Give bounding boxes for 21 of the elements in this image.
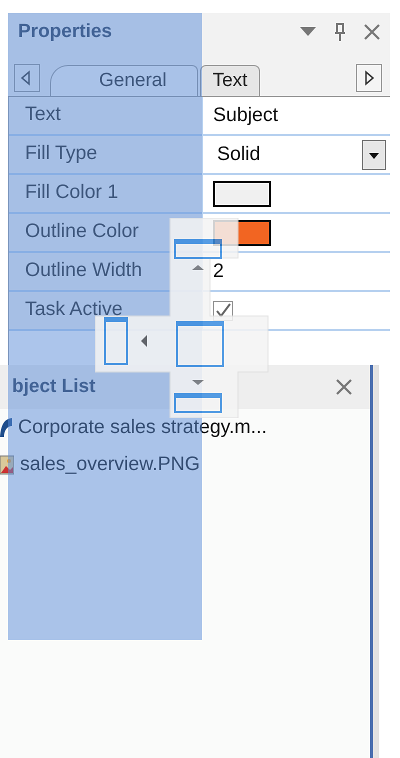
property-label: Text <box>9 97 203 134</box>
property-label: Fill Type <box>9 136 203 173</box>
scroll-left-icon[interactable] <box>14 64 40 92</box>
image-file-icon <box>0 454 14 474</box>
document-icon <box>0 416 12 438</box>
tab[interactable]: General <box>50 65 198 96</box>
property-label: Fill Color 1 <box>9 175 203 212</box>
close-icon[interactable] <box>336 379 352 395</box>
file-name[interactable]: sales_overview.PNG <box>20 453 200 476</box>
panel-title: bject List <box>12 376 96 398</box>
color-swatch[interactable] <box>213 180 271 206</box>
scroll-right-icon[interactable] <box>356 64 382 92</box>
property-value[interactable]: Subject <box>213 104 278 127</box>
property-value[interactable]: 2 <box>213 260 224 283</box>
panel-title: Properties <box>18 21 112 43</box>
dropdown-field[interactable]: Solid <box>213 140 386 170</box>
pin-icon[interactable] <box>334 23 346 41</box>
file-name[interactable]: Corporate sales strategy.m... <box>18 416 267 439</box>
dropdown-icon[interactable] <box>300 27 316 37</box>
tab[interactable]: Text <box>200 65 260 96</box>
close-icon[interactable] <box>364 24 380 40</box>
